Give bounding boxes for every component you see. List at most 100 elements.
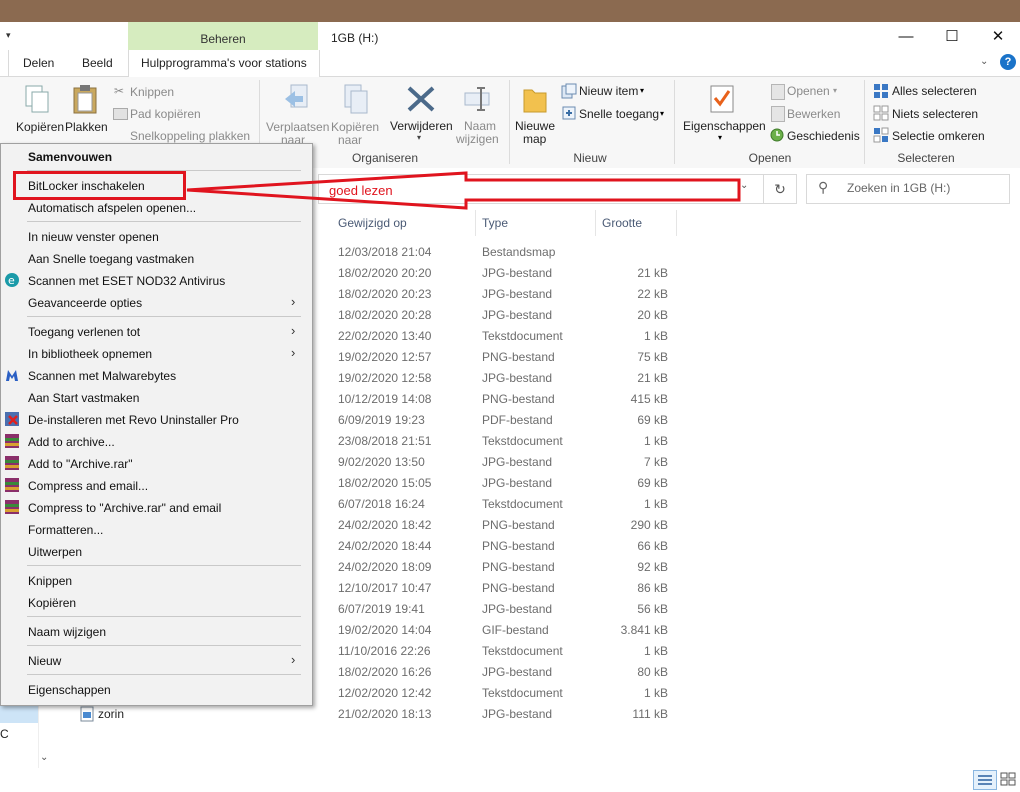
file-row-size[interactable]: 22 kB xyxy=(608,287,668,301)
delete-dropdown-icon[interactable]: ▾ xyxy=(417,133,421,142)
file-row-type[interactable]: Tekstdocument xyxy=(482,434,563,448)
file-name-zorin[interactable]: zorin xyxy=(98,707,124,721)
file-row-modified[interactable]: 10/12/2019 14:08 xyxy=(338,392,431,406)
file-row-size[interactable]: 66 kB xyxy=(608,539,668,553)
file-row-size[interactable]: 1 kB xyxy=(608,644,668,658)
file-row-modified[interactable]: 22/02/2020 13:40 xyxy=(338,329,431,343)
file-row-size[interactable]: 1 kB xyxy=(608,497,668,511)
file-row-modified[interactable]: 9/02/2020 13:50 xyxy=(338,455,425,469)
file-row-size[interactable]: 21 kB xyxy=(608,371,668,385)
file-row-modified[interactable]: 24/02/2020 18:09 xyxy=(338,560,431,574)
file-row-size[interactable]: 56 kB xyxy=(608,602,668,616)
file-row-size[interactable]: 1 kB xyxy=(608,434,668,448)
copy-button[interactable]: Kopiëren xyxy=(16,120,64,134)
file-row-type[interactable]: Tekstdocument xyxy=(482,329,563,343)
file-row-type[interactable]: PNG-bestand xyxy=(482,539,555,553)
file-row-modified[interactable]: 19/02/2020 12:57 xyxy=(338,350,431,364)
new-item-button[interactable]: Nieuw item xyxy=(579,84,638,98)
file-row-type[interactable]: PNG-bestand xyxy=(482,350,555,364)
file-row-modified[interactable]: 18/02/2020 15:05 xyxy=(338,476,431,490)
tab-start-partial[interactable] xyxy=(0,50,9,77)
file-row-type[interactable]: Tekstdocument xyxy=(482,686,563,700)
details-view-button[interactable] xyxy=(973,770,997,790)
file-row-size[interactable]: 20 kB xyxy=(608,308,668,322)
menu-item-eset-scan[interactable]: Scannen met ESET NOD32 Antivirus xyxy=(28,274,225,288)
menu-item-format[interactable]: Formatteren... xyxy=(28,523,103,537)
file-row-type[interactable]: PNG-bestand xyxy=(482,581,555,595)
menu-item-compress-email[interactable]: Compress and email... xyxy=(28,479,148,493)
maximize-button[interactable]: ☐ xyxy=(929,24,975,50)
file-row-modified[interactable]: 11/10/2016 22:26 xyxy=(338,644,431,658)
column-header-type[interactable]: Type xyxy=(482,216,508,230)
column-header-size[interactable]: Grootte xyxy=(602,216,642,230)
file-row-type[interactable]: GIF-bestand xyxy=(482,623,549,637)
file-row-size[interactable]: 111 kB xyxy=(608,707,668,721)
large-icons-view-button[interactable] xyxy=(998,770,1018,788)
file-row-type[interactable]: JPG-bestand xyxy=(482,602,552,616)
cut-button[interactable]: Knippen xyxy=(130,85,174,99)
paste-shortcut-button[interactable]: Snelkoppeling plakken xyxy=(130,129,250,143)
file-row-modified[interactable]: 6/07/2018 16:24 xyxy=(338,497,425,511)
file-row-size[interactable]: 75 kB xyxy=(608,350,668,364)
file-row-size[interactable]: 86 kB xyxy=(608,581,668,595)
copy-path-button[interactable]: Pad kopiëren xyxy=(130,107,201,121)
paste-button[interactable]: Plakken xyxy=(65,120,108,134)
file-row-modified[interactable]: 12/03/2018 21:04 xyxy=(338,245,431,259)
menu-item-autoplay[interactable]: Automatisch afspelen openen... xyxy=(28,201,196,215)
quick-access-dropdown-icon[interactable]: ▾ xyxy=(6,30,11,41)
file-row-size[interactable]: 3.841 kB xyxy=(608,623,668,637)
file-row-modified[interactable]: 6/07/2019 19:41 xyxy=(338,602,425,616)
properties-dropdown-icon[interactable]: ▾ xyxy=(718,133,722,142)
file-row-size[interactable]: 415 kB xyxy=(608,392,668,406)
nav-item-selected[interactable] xyxy=(0,703,38,723)
menu-item-give-access[interactable]: Toegang verlenen tot xyxy=(28,325,140,339)
menu-item-pin-start[interactable]: Aan Start vastmaken xyxy=(28,391,139,405)
menu-item-include-library[interactable]: In bibliotheek opnemen xyxy=(28,347,152,361)
file-row-type[interactable]: JPG-bestand xyxy=(482,455,552,469)
new-item-dropdown-icon[interactable]: ▾ xyxy=(640,86,644,95)
file-row-type[interactable]: JPG-bestand xyxy=(482,476,552,490)
menu-item-malwarebytes-scan[interactable]: Scannen met Malwarebytes xyxy=(28,369,176,383)
copy-to-button[interactable]: Kopiëren xyxy=(331,120,379,134)
file-row-modified[interactable]: 18/02/2020 16:26 xyxy=(338,665,431,679)
ribbon-collapse-icon[interactable]: ⌄ xyxy=(980,56,988,67)
menu-item-cut[interactable]: Knippen xyxy=(28,574,72,588)
file-row-type[interactable]: Bestandsmap xyxy=(482,245,555,259)
file-row-type[interactable]: JPG-bestand xyxy=(482,707,552,721)
open-button[interactable]: Openen xyxy=(787,84,830,98)
file-row-type[interactable]: JPG-bestand xyxy=(482,371,552,385)
file-row-modified[interactable]: 12/10/2017 10:47 xyxy=(338,581,431,595)
minimize-button[interactable]: — xyxy=(883,24,929,50)
file-row-type[interactable]: PDF-bestand xyxy=(482,413,553,427)
delete-button[interactable]: Verwijderen xyxy=(390,119,453,133)
file-row-type[interactable]: PNG-bestand xyxy=(482,560,555,574)
file-row-modified[interactable]: 24/02/2020 18:44 xyxy=(338,539,431,553)
menu-item-rename[interactable]: Naam wijzigen xyxy=(28,625,106,639)
file-row-size[interactable]: 290 kB xyxy=(608,518,668,532)
invert-selection-button[interactable]: Selectie omkeren xyxy=(892,129,985,143)
rename-button[interactable]: Naam xyxy=(464,119,496,133)
select-all-button[interactable]: Alles selecteren xyxy=(892,84,977,98)
nav-item-this-pc[interactable]: C xyxy=(0,727,9,741)
file-row-type[interactable]: JPG-bestand xyxy=(482,266,552,280)
edit-button[interactable]: Bewerken xyxy=(787,107,840,121)
menu-item-advanced-options[interactable]: Geavanceerde opties xyxy=(28,296,142,310)
menu-item-new[interactable]: Nieuw xyxy=(28,654,61,668)
file-row-size[interactable]: 1 kB xyxy=(608,329,668,343)
file-row-modified[interactable]: 18/02/2020 20:23 xyxy=(338,287,431,301)
file-row-size[interactable]: 69 kB xyxy=(608,413,668,427)
menu-item-compress-rar-email[interactable]: Compress to "Archive.rar" and email xyxy=(28,501,221,515)
file-row-size[interactable]: 21 kB xyxy=(608,266,668,280)
file-row-modified[interactable]: 21/02/2020 18:13 xyxy=(338,707,431,721)
open-dropdown-icon[interactable]: ▾ xyxy=(833,86,837,95)
file-row-type[interactable]: PNG-bestand xyxy=(482,518,555,532)
file-row-modified[interactable]: 6/09/2019 19:23 xyxy=(338,413,425,427)
file-row-size[interactable]: 69 kB xyxy=(608,476,668,490)
file-row-type[interactable]: Tekstdocument xyxy=(482,644,563,658)
help-icon[interactable]: ? xyxy=(1000,54,1016,70)
menu-item-revo-uninstall[interactable]: De-installeren met Revo Uninstaller Pro xyxy=(28,413,239,427)
menu-item-open-new-window[interactable]: In nieuw venster openen xyxy=(28,230,159,244)
column-header-modified[interactable]: Gewijzigd op xyxy=(338,216,407,230)
file-row-modified[interactable]: 19/02/2020 14:04 xyxy=(338,623,431,637)
tab-drive-tools[interactable]: Hulpprogramma's voor stations xyxy=(141,56,307,70)
